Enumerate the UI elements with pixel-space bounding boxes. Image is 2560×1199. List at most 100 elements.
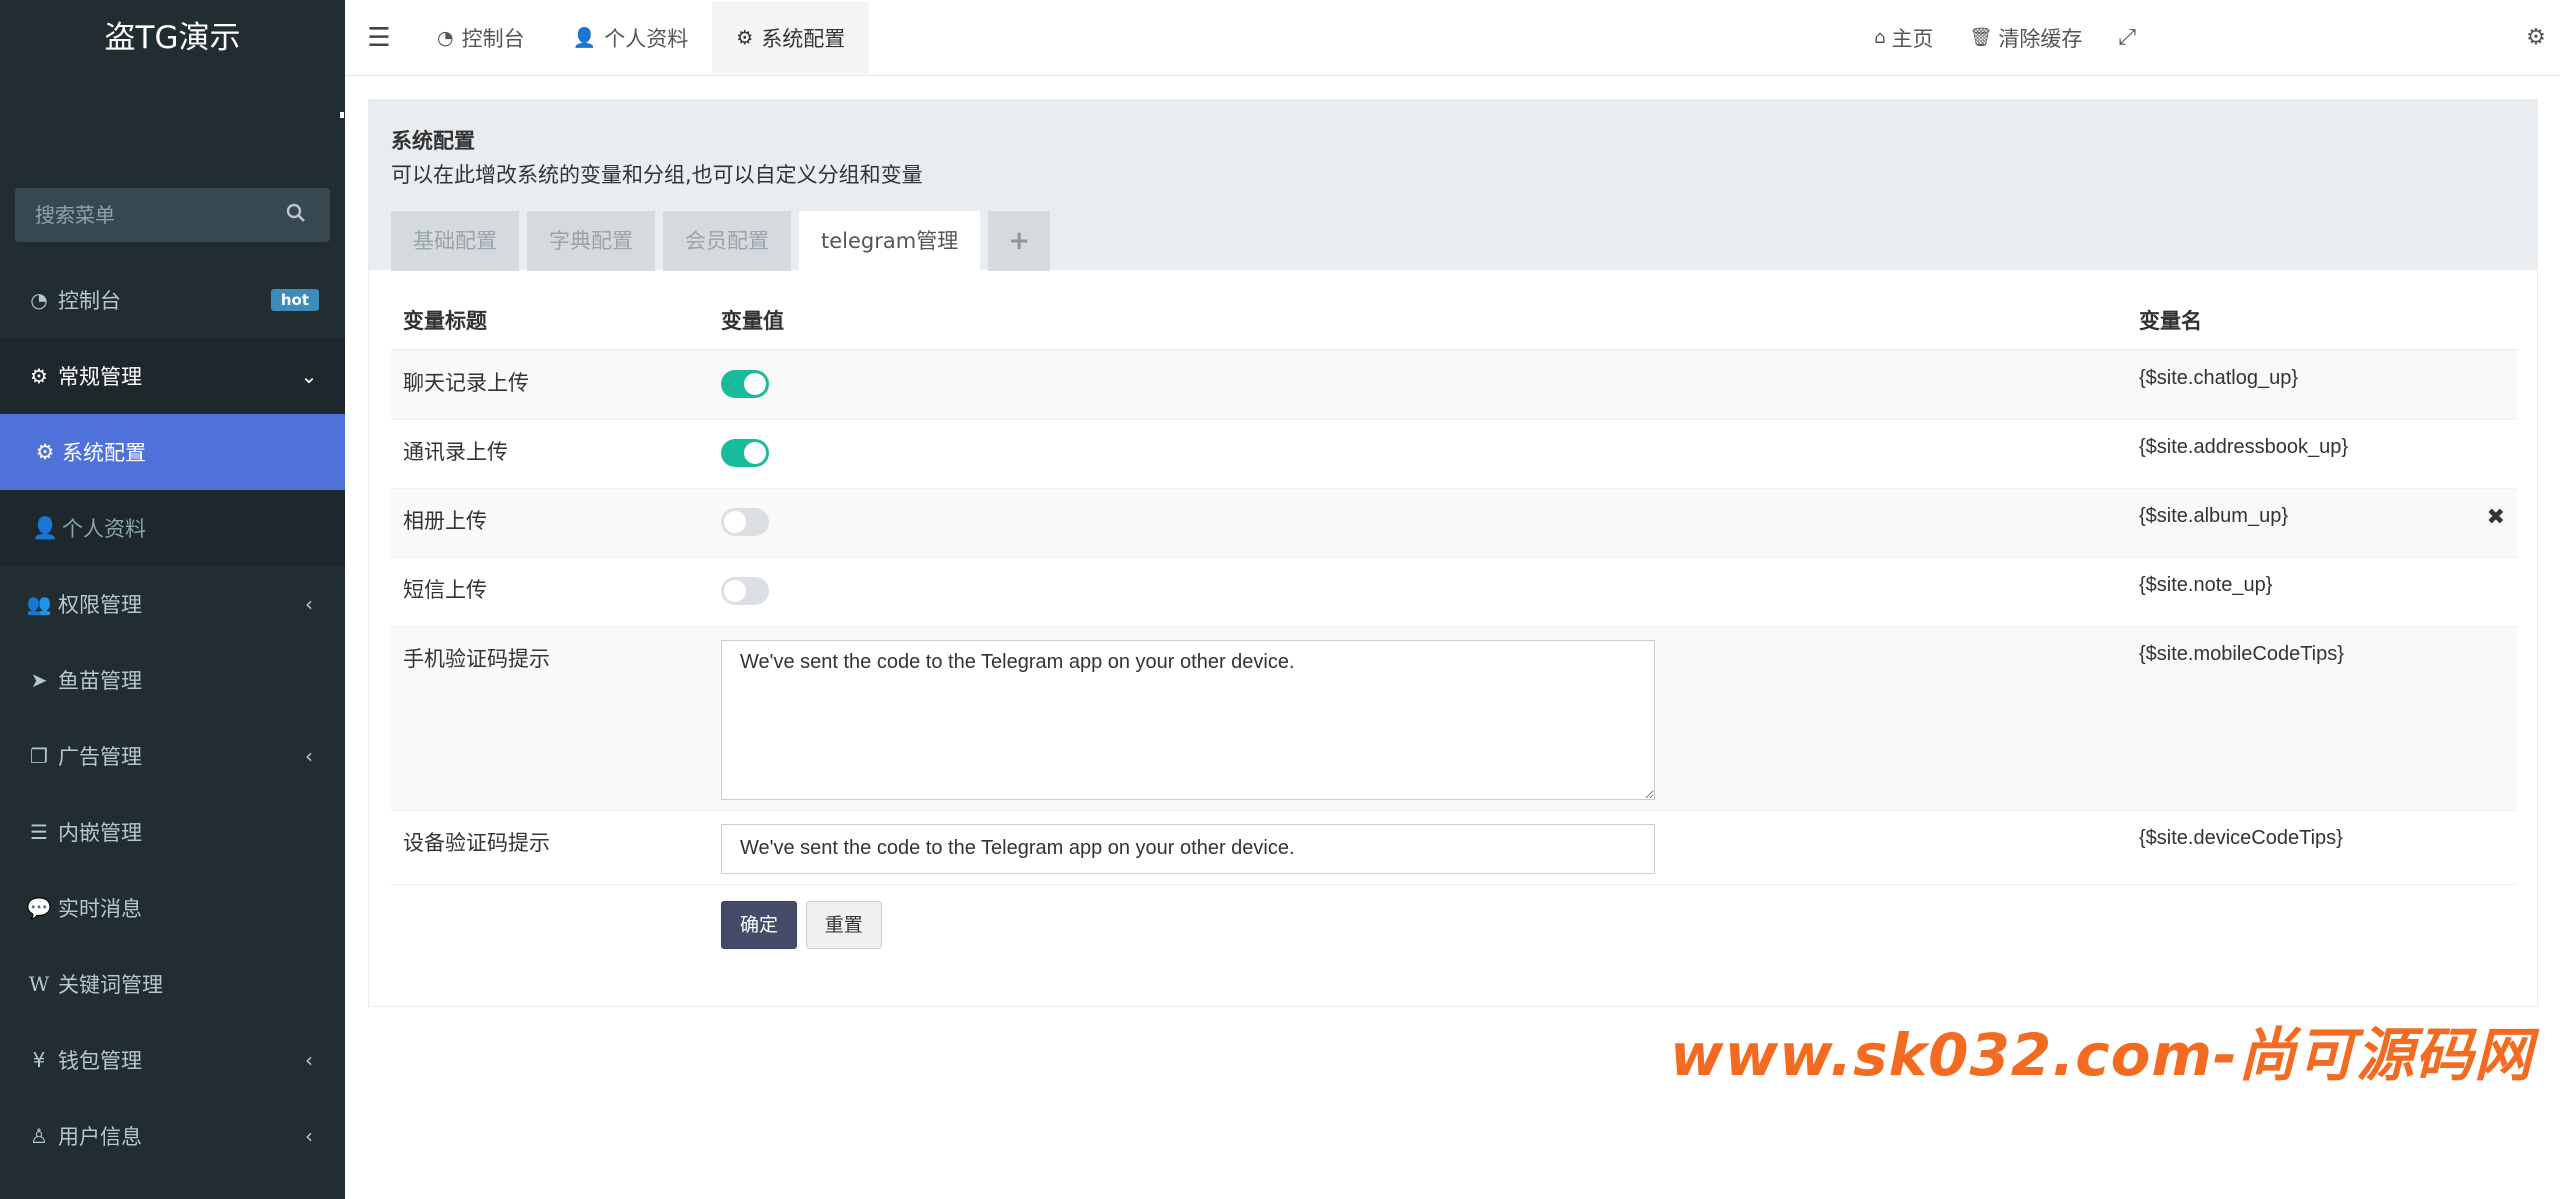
table-row: 短信上传 {$site.note_up} bbox=[391, 556, 2517, 626]
row-title: 短信上传 bbox=[391, 556, 709, 626]
comments-icon: 💬 bbox=[26, 896, 52, 920]
menu-search bbox=[15, 188, 330, 242]
sidebar-item-label: 关键词管理 bbox=[58, 973, 163, 997]
form-actions-row: 确定 重置 bbox=[391, 883, 2517, 949]
list-icon: ☰ bbox=[30, 820, 48, 844]
home-link[interactable]: ⌂ 主页 bbox=[1856, 23, 1951, 53]
row-varname: {$site.note_up} bbox=[2127, 556, 2457, 626]
search-icon[interactable] bbox=[286, 203, 310, 227]
dashboard-icon: ◔ bbox=[437, 26, 454, 49]
config-tabs: 基础配置 字典配置 会员配置 telegram管理 + bbox=[391, 211, 1058, 271]
tab-member-config[interactable]: 会员配置 bbox=[663, 211, 791, 271]
toggle-knob bbox=[724, 579, 746, 602]
album-toggle[interactable] bbox=[721, 507, 769, 536]
row-action bbox=[2457, 418, 2517, 488]
settings-icon[interactable]: ⚙ bbox=[2512, 25, 2560, 50]
sidebar-item-permissions[interactable]: 👥 权限管理 ‹ bbox=[0, 566, 345, 642]
menu-search-input[interactable] bbox=[35, 203, 286, 227]
yen-icon: ¥ bbox=[32, 1048, 46, 1072]
tab-profile[interactable]: 👤 个人资料 bbox=[549, 2, 713, 74]
row-action bbox=[2457, 349, 2517, 419]
tab-dict-config[interactable]: 字典配置 bbox=[527, 211, 655, 271]
delete-icon[interactable]: ✖ bbox=[2457, 487, 2517, 557]
tab-label: 个人资料 bbox=[604, 26, 689, 51]
sidebar-item-label: 鱼苗管理 bbox=[58, 669, 142, 693]
app-logo[interactable]: 盗TG演示 bbox=[0, 0, 345, 76]
mobile-code-tips-textarea[interactable]: We've sent the code to the Telegram app … bbox=[721, 639, 1655, 800]
sidebar-item-label: 用户信息 bbox=[58, 1125, 142, 1149]
row-varname: {$site.deviceCodeTips} bbox=[2127, 809, 2457, 884]
fullscreen-icon[interactable]: ⤢ bbox=[2100, 25, 2162, 50]
chatlog-toggle[interactable] bbox=[721, 370, 769, 398]
row-varname: {$site.chatlog_up} bbox=[2127, 349, 2457, 419]
panel-description: 可以在此增改系统的变量和分组,也可以自定义分组和变量 bbox=[391, 163, 923, 187]
sidebar-item-label: 权限管理 bbox=[58, 593, 142, 617]
clear-cache-link[interactable]: 🗑 清除缓存 bbox=[1952, 23, 2101, 53]
reset-button[interactable]: 重置 bbox=[805, 900, 882, 949]
tab-system-config[interactable]: ⚙ 系统配置 bbox=[712, 1, 870, 74]
row-action bbox=[2457, 809, 2517, 884]
wikipedia-icon: W bbox=[28, 972, 50, 996]
tab-telegram[interactable]: telegram管理 bbox=[799, 211, 981, 271]
sidebar-item-label: 实时消息 bbox=[58, 897, 142, 921]
user-outline-icon: ♙ bbox=[30, 1124, 48, 1148]
sidebar-item-fish[interactable]: ➤ 鱼苗管理 bbox=[0, 642, 345, 718]
sidebar-item-label: 个人资料 bbox=[62, 517, 146, 541]
gear-icon: ⚙ bbox=[35, 440, 55, 464]
row-value bbox=[709, 349, 2127, 419]
watermark: www.sk032.com-尚可源码网 bbox=[1670, 1021, 2534, 1089]
table-header-row: 变量标题 变量值 变量名 bbox=[391, 290, 2517, 351]
toggle-knob bbox=[744, 373, 766, 395]
sidebar-item-general[interactable]: ⚙ 常规管理 ⌄ bbox=[0, 338, 345, 414]
sidebar-item-messages[interactable]: 💬 实时消息 bbox=[0, 870, 345, 946]
actions-spacer bbox=[391, 883, 709, 949]
row-value bbox=[709, 809, 2127, 884]
toggle-knob bbox=[724, 510, 746, 533]
row-title: 手机验证码提示 bbox=[391, 625, 709, 810]
gear-icon: ⚙ bbox=[736, 26, 754, 49]
hamburger-icon[interactable]: ☰ bbox=[345, 23, 413, 53]
submit-button[interactable]: 确定 bbox=[721, 900, 798, 949]
users-icon: 👥 bbox=[26, 592, 52, 616]
row-title: 设备验证码提示 bbox=[391, 809, 709, 884]
sidebar-item-userinfo[interactable]: ♙ 用户信息 ‹ bbox=[0, 1098, 345, 1174]
sidebar-item-dashboard[interactable]: ◔ 控制台 hot bbox=[0, 262, 345, 338]
header-title: 变量标题 bbox=[391, 290, 709, 351]
config-table: 变量标题 变量值 变量名 聊天记录上传 {$site.chatlog_up} 通… bbox=[391, 290, 2517, 949]
table-row: 通讯录上传 {$site.addressbook_up} bbox=[391, 418, 2517, 488]
sidebar-subitem-system-config[interactable]: ⚙ 系统配置 bbox=[0, 414, 345, 490]
addressbook-toggle[interactable] bbox=[721, 438, 769, 467]
row-title: 通讯录上传 bbox=[391, 418, 709, 488]
sidebar-item-embed[interactable]: ☰ 内嵌管理 bbox=[0, 794, 345, 870]
header-value: 变量值 bbox=[709, 290, 2127, 351]
user-icon: 👤 bbox=[572, 27, 597, 49]
row-value bbox=[709, 487, 2127, 557]
header-action bbox=[2457, 290, 2517, 351]
tab-basic-config[interactable]: 基础配置 bbox=[391, 211, 519, 271]
add-tab-button[interactable]: + bbox=[988, 211, 1050, 271]
note-toggle[interactable] bbox=[721, 576, 769, 605]
sidebar-item-label: 系统配置 bbox=[62, 441, 146, 465]
device-code-tips-input[interactable] bbox=[721, 823, 1655, 874]
row-value bbox=[709, 418, 2127, 488]
tab-label: 控制台 bbox=[461, 26, 525, 51]
chevron-down-icon: ⌄ bbox=[300, 364, 318, 388]
sidebar-subitem-profile[interactable]: 👤 个人资料 bbox=[0, 490, 345, 566]
top-right-actions: ⌂ 主页 🗑 清除缓存 ⤢ ⚙ bbox=[1856, 23, 2560, 53]
clear-cache-label: 清除缓存 bbox=[1998, 26, 2083, 51]
sidebar-item-keywords[interactable]: W 关键词管理 bbox=[0, 946, 345, 1022]
sidebar-item-label: 钱包管理 bbox=[58, 1049, 142, 1073]
telegram-icon: ➤ bbox=[30, 668, 48, 692]
row-varname: {$site.mobileCodeTips} bbox=[2127, 625, 2457, 810]
row-value: We've sent the code to the Telegram app … bbox=[709, 625, 2127, 810]
clone-icon: ❐ bbox=[30, 744, 48, 768]
actions-spacer bbox=[2457, 883, 2517, 949]
tab-dashboard[interactable]: ◔ 控制台 bbox=[413, 2, 549, 74]
home-label: 主页 bbox=[1891, 26, 1934, 51]
row-action bbox=[2457, 625, 2517, 810]
panel-title: 系统配置 bbox=[391, 129, 475, 153]
sidebar-item-ads[interactable]: ❐ 广告管理 ‹ bbox=[0, 718, 345, 794]
actions-spacer bbox=[2127, 883, 2457, 949]
sidebar-item-label: 控制台 bbox=[58, 289, 121, 313]
sidebar-item-wallet[interactable]: ¥ 钱包管理 ‹ bbox=[0, 1022, 345, 1098]
